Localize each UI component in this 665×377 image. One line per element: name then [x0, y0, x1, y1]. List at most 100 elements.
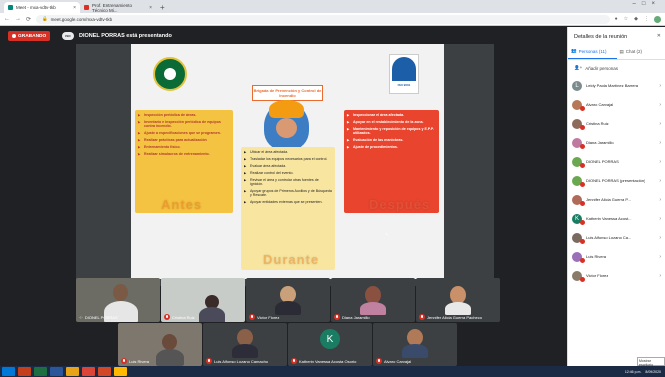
iso-cert-logo: ISO 9001 — [389, 54, 419, 94]
presenting-text: DIONEL PORRAS está presentando — [79, 33, 172, 39]
expand-icon[interactable]: › — [659, 273, 661, 279]
presenting-banner: ISO DIONEL PORRAS está presentando — [62, 31, 172, 41]
powerpoint-icon[interactable] — [18, 367, 31, 376]
tab-chat[interactable]: ▤ Chat (2) — [617, 44, 665, 59]
window-controls[interactable]: –□× — [633, 1, 661, 7]
participant-name: DIONEL PORRAS (presentación) — [586, 178, 646, 183]
durante-item: Evaluar área afectada. — [244, 164, 332, 168]
browser-tab-bar: Meet - mxa-vdtv-tkb × Prof. Entrenamient… — [0, 0, 665, 13]
video-tile-cristina[interactable]: Cristina Ruiz — [161, 278, 245, 322]
panel-title: Detalles de la reunión — [574, 34, 628, 40]
close-icon[interactable]: ✕ — [657, 33, 661, 39]
durante-item: Ubicar el área afectada. — [244, 150, 332, 154]
durante-item: Revisar el área y controlar otras fuente… — [244, 178, 332, 186]
tab-training[interactable]: Prof. Entrenamiento Técnico Mi... × — [80, 2, 156, 13]
expand-icon[interactable]: › — [659, 140, 661, 146]
participant-name: Diana Jaramillo — [586, 140, 614, 145]
url-field[interactable]: 🔒 meet.google.com/mxa-vdtv-tkb — [36, 14, 610, 24]
muted-mic-icon — [580, 200, 585, 206]
participant-item[interactable]: Luis Alfonso Lozano Ca... › — [572, 228, 661, 247]
muted-mic-icon — [580, 162, 585, 168]
tile-label: Cristina Ruiz — [164, 314, 195, 320]
muted-mic-icon — [580, 143, 585, 149]
menu-icon[interactable]: ⋮ — [644, 16, 649, 22]
add-person-icon: 👤+ — [574, 65, 583, 70]
participant-item[interactable]: L Leidy Paola Martínez Barrera › — [572, 76, 661, 95]
chrome-icon[interactable] — [82, 367, 95, 376]
despues-item: Inspeccionar el área afectada. — [347, 113, 436, 117]
expand-icon[interactable]: › — [659, 83, 661, 89]
participant-item[interactable]: Alvaro Carvajal › — [572, 95, 661, 114]
add-people-button[interactable]: 👤+ Añadir personas — [568, 60, 665, 76]
video-tile-luis-lozano[interactable]: Luis Alfonso Lozano Camacho — [203, 323, 287, 366]
excel-icon[interactable] — [34, 367, 47, 376]
tab-title: Meet - mxa-vdtv-tkb — [16, 5, 56, 10]
address-bar: ← → ⟳ 🔒 meet.google.com/mxa-vdtv-tkb ● ☆… — [0, 13, 665, 26]
camera-icon[interactable]: ● — [615, 16, 618, 22]
forward-icon[interactable]: → — [15, 16, 21, 22]
expand-icon[interactable]: › — [659, 159, 661, 165]
word-icon[interactable] — [50, 367, 63, 376]
participant-name: Cristina Ruiz — [586, 121, 609, 126]
tab-meet[interactable]: Meet - mxa-vdtv-tkb × — [4, 2, 80, 13]
expand-icon[interactable]: › — [659, 197, 661, 203]
clock-time: 12:46 p.m. — [624, 369, 642, 374]
participant-item[interactable]: DIONEL PORRAS (presentación) › — [572, 171, 661, 190]
expand-icon[interactable]: › — [659, 102, 661, 108]
brigade-logo-icon — [153, 57, 187, 91]
video-tile-katherin[interactable]: K Katherin Vanessa Acosta Osorio — [288, 323, 372, 366]
participant-item[interactable]: K Katherin Vanessa Acost... › — [572, 209, 661, 228]
video-tile-jennifer[interactable]: Jennifer Alicia Guerra Pacheco — [416, 278, 500, 322]
participant-avatar — [572, 99, 585, 111]
start-icon[interactable] — [2, 367, 15, 376]
participant-avatar — [572, 175, 585, 187]
muted-mic-icon — [580, 181, 585, 187]
despues-item: Apoyar en el restablecimiento de la zona… — [347, 120, 436, 124]
tile-label: Diana Jaramillo — [334, 314, 370, 320]
muted-mic-icon — [164, 314, 170, 320]
antes-item: Realizar prácticas para actualización — [138, 138, 230, 142]
muted-mic-icon — [376, 358, 382, 364]
despues-item: Ajuste de procedimientos. — [347, 145, 436, 149]
star-icon[interactable]: ☆ — [624, 16, 628, 22]
app-icon[interactable] — [98, 367, 111, 376]
tab-people[interactable]: 👥 Personas (11) — [568, 44, 617, 59]
muted-mic-icon — [580, 219, 585, 225]
muted-mic-icon — [121, 358, 127, 364]
profile-avatar[interactable] — [654, 15, 661, 23]
back-icon[interactable]: ← — [4, 16, 10, 22]
video-tile-dionel[interactable]: ⋅⁝⋅ DIONEL PORRAS — [76, 278, 160, 322]
durante-item: Trasladar los equipos necesarios para el… — [244, 157, 332, 161]
antes-item: Entrenamiento físico. — [138, 145, 230, 149]
close-tab-icon[interactable]: × — [149, 5, 152, 11]
participant-item[interactable]: Victor Florez › — [572, 266, 661, 285]
presentation-slide: ISO 9001 Brigada de Prevención y Control… — [131, 44, 444, 279]
new-tab-icon[interactable]: + — [160, 2, 165, 13]
participant-item[interactable]: Diana Jaramillo › — [572, 133, 661, 152]
expand-icon[interactable]: › — [659, 178, 661, 184]
antes-item: Inventario e inspección periódica de equ… — [138, 120, 230, 128]
video-tile-victor[interactable]: Victor Florez — [246, 278, 330, 322]
participant-name: Luis Rivera — [586, 254, 607, 259]
close-tab-icon[interactable]: × — [73, 5, 76, 11]
expand-icon[interactable]: › — [659, 216, 661, 222]
explorer-icon[interactable] — [66, 367, 79, 376]
record-dot-icon — [12, 34, 16, 38]
expand-icon[interactable]: › — [659, 235, 661, 241]
expand-icon[interactable]: › — [659, 121, 661, 127]
video-tile-luis-rivera[interactable]: Luis Rivera — [118, 323, 202, 366]
participant-item[interactable]: Jennifer Alicia Guerra P... › — [572, 190, 661, 209]
reload-icon[interactable]: ⟳ — [26, 16, 31, 23]
participant-item[interactable]: Luis Rivera › — [572, 247, 661, 266]
panel-tabs: 👥 Personas (11) ▤ Chat (2) — [568, 44, 665, 60]
folder-icon[interactable] — [114, 367, 127, 376]
video-tile-alvaro[interactable]: Alvaro Carvajal — [373, 323, 457, 366]
clock-date: 8/09/2020 — [645, 369, 661, 374]
extension-icon[interactable]: ◆ — [634, 16, 638, 22]
meeting-details-panel: Detalles de la reunión ✕ 👥 Personas (11)… — [567, 27, 665, 368]
video-tile-diana[interactable]: Diana Jaramillo — [331, 278, 415, 322]
tile-label: Jennifer Alicia Guerra Pacheco — [419, 314, 482, 320]
expand-icon[interactable]: › — [659, 254, 661, 260]
participant-item[interactable]: Cristina Ruiz › — [572, 114, 661, 133]
participant-item[interactable]: DIONEL PORRAS › — [572, 152, 661, 171]
